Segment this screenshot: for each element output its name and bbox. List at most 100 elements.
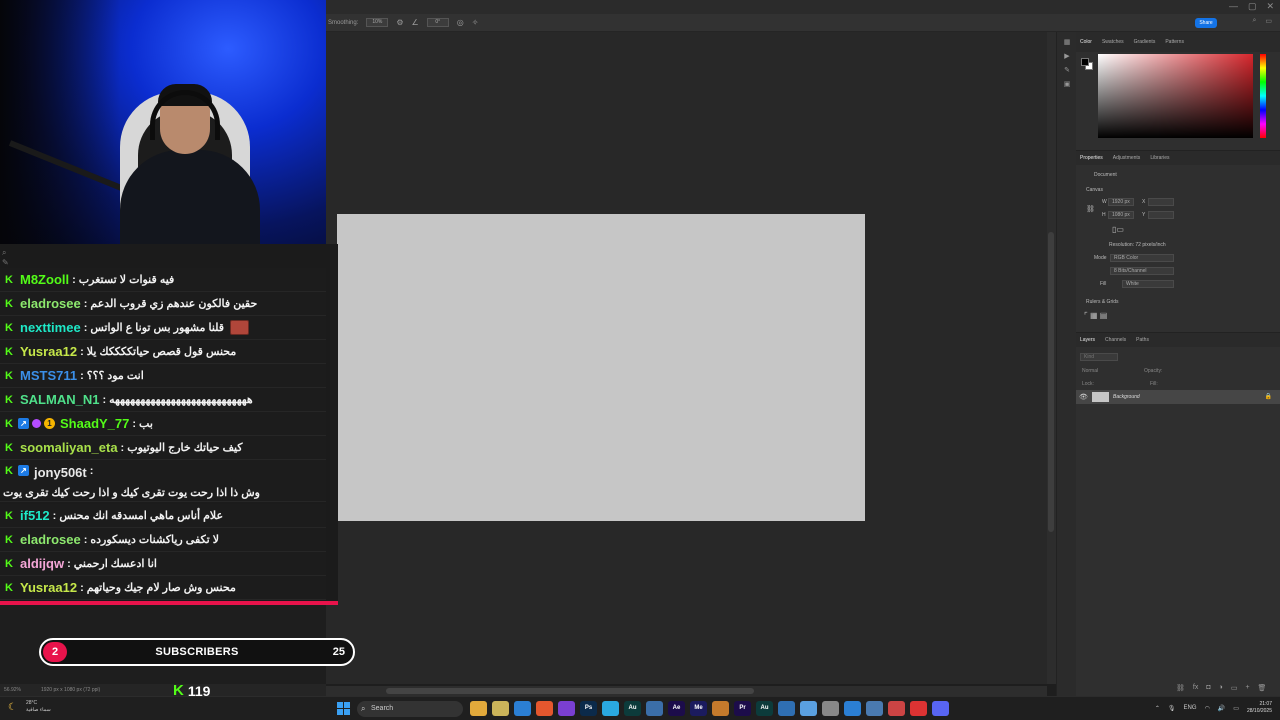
taskbar-search[interactable]: ⌕ Search [357, 701, 463, 717]
taskbar-app-icon[interactable] [712, 701, 729, 716]
tab-swatches[interactable]: Swatches [1102, 39, 1124, 45]
taskbar-app-icon[interactable] [778, 701, 795, 716]
taskbar-app-icon[interactable] [514, 701, 531, 716]
grid-icons[interactable]: ⌜ ▦ ▤ [1084, 311, 1107, 320]
adjustment-icon[interactable]: ◑ [1219, 684, 1223, 692]
chat-username[interactable]: ShaadY_77 [60, 416, 129, 431]
eye-icon[interactable]: 👁 [1079, 393, 1088, 401]
wifi-icon[interactable]: ◠ [1205, 705, 1210, 712]
lock-icon[interactable]: 🔒 [1265, 393, 1272, 400]
chat-username[interactable]: Yusraa12 [20, 580, 77, 595]
battery-icon[interactable]: ▭ [1233, 705, 1239, 712]
tab-layers[interactable]: Layers [1080, 337, 1095, 343]
x-field[interactable] [1148, 198, 1174, 206]
taskbar-app-icon[interactable]: Au [756, 701, 773, 716]
mode-select[interactable]: RGB Color [1110, 254, 1174, 262]
layer-background-row[interactable]: 👁 Background 🔒 [1076, 390, 1280, 404]
taskbar-app-icon[interactable]: Ae [668, 701, 685, 716]
group-icon[interactable]: ▭ [1231, 684, 1238, 692]
windows-start-icon[interactable] [337, 702, 350, 715]
layer-name[interactable]: Background [1113, 394, 1140, 400]
symmetry-icon[interactable]: ✧ [472, 18, 479, 27]
chat-username[interactable]: M8Zooll [20, 272, 69, 287]
taskbar-app-icon[interactable] [866, 701, 883, 716]
tab-color[interactable]: Color [1080, 39, 1092, 45]
link-layers-icon[interactable]: ⛓ [1176, 684, 1185, 692]
chevron-up-icon[interactable]: ⌃ [1155, 705, 1160, 712]
chat-username[interactable]: nexttimee [20, 320, 81, 335]
chat-username[interactable]: SALMAN_N1 [20, 392, 99, 407]
taskbar-app-icon[interactable] [822, 701, 839, 716]
chat-username[interactable]: Yusraa12 [20, 344, 77, 359]
tab-channels[interactable]: Channels [1105, 337, 1126, 343]
scroll-thumb[interactable] [386, 688, 754, 694]
chat-username[interactable]: if512 [20, 508, 50, 523]
canvas-section-label[interactable]: Canvas [1086, 187, 1103, 193]
weather-widget[interactable]: 28°C سماء صافية [26, 700, 51, 714]
chat-username[interactable]: eladrosee [20, 296, 81, 311]
minimize-icon[interactable]: — [1229, 1, 1238, 12]
chat-username[interactable]: eladrosee [20, 532, 81, 547]
rulers-grids-label[interactable]: Rulers & Grids [1086, 299, 1119, 305]
fx-icon[interactable]: fx [1193, 684, 1198, 692]
tab-libraries[interactable]: Libraries [1150, 155, 1169, 161]
height-field[interactable]: 1080 px [1108, 211, 1134, 219]
pressure-icon[interactable]: ◎ [457, 18, 464, 27]
y-field[interactable] [1148, 211, 1174, 219]
taskbar-app-icon[interactable] [800, 701, 817, 716]
taskbar-app-icon[interactable] [470, 701, 487, 716]
taskbar-app-icon[interactable]: Me [690, 701, 707, 716]
search-icon[interactable]: ⌕ [1252, 17, 1256, 25]
foreground-swatch[interactable] [1081, 58, 1089, 66]
brush-panel-icon[interactable]: ✎ [1057, 66, 1077, 74]
color-picker-field[interactable] [1098, 54, 1253, 138]
vertical-scrollbar[interactable] [1047, 32, 1056, 684]
fill-select[interactable]: White [1122, 280, 1174, 288]
tab-paths[interactable]: Paths [1136, 337, 1149, 343]
orientation-icon[interactable]: ▯▭ [1112, 225, 1124, 234]
tab-adjustments[interactable]: Adjustments [1113, 155, 1141, 161]
pin-icon[interactable]: ⌕ [2, 248, 9, 258]
document-canvas[interactable] [337, 214, 865, 521]
language-indicator[interactable]: ENG [1184, 705, 1197, 711]
taskbar-app-icon[interactable] [602, 701, 619, 716]
tab-properties[interactable]: Properties [1080, 155, 1103, 161]
panel-icon[interactable]: ▦ [1057, 38, 1077, 46]
taskbar-app-icon[interactable] [932, 701, 949, 716]
mask-icon[interactable]: ◘ [1206, 684, 1210, 692]
taskbar-clock[interactable]: 21:07 28/10/2025 [1247, 701, 1272, 715]
chat-username[interactable]: aldijqw [20, 556, 64, 571]
chat-username[interactable]: soomaliyan_eta [20, 440, 118, 455]
tab-gradients[interactable]: Gradients [1134, 39, 1156, 45]
layer-filter-kind[interactable]: Kind [1080, 353, 1118, 361]
gear-icon[interactable]: ⚙ [396, 18, 403, 27]
blend-mode-select[interactable]: Normal [1082, 368, 1098, 374]
comment-icon[interactable]: ▣ [1057, 80, 1077, 88]
taskbar-app-icon[interactable] [888, 701, 905, 716]
taskbar-app-icon[interactable] [844, 701, 861, 716]
taskbar-app-icon[interactable] [910, 701, 927, 716]
taskbar-app-icon[interactable] [492, 701, 509, 716]
taskbar-app-icon[interactable] [646, 701, 663, 716]
angle-input[interactable]: 0° [426, 18, 449, 27]
close-icon[interactable]: ✕ [1266, 1, 1274, 12]
play-icon[interactable]: ▶ [1057, 52, 1077, 60]
zoom-level[interactable]: 56.92% [4, 687, 21, 695]
share-button[interactable]: Share [1195, 18, 1217, 28]
taskbar-app-icon[interactable]: Pr [734, 701, 751, 716]
link-icon[interactable]: ⛓ [1086, 205, 1095, 213]
chat-username[interactable]: jony506t [34, 465, 87, 480]
new-layer-icon[interactable]: + [1245, 684, 1249, 692]
chat-username[interactable]: MSTS711 [20, 368, 77, 383]
workspace-icon[interactable]: ▭ [1265, 17, 1272, 25]
hue-slider[interactable] [1260, 54, 1266, 138]
volume-icon[interactable]: 🔊 [1218, 705, 1225, 712]
maximize-icon[interactable]: ▢ [1248, 1, 1257, 12]
taskbar-app-icon[interactable] [558, 701, 575, 716]
smoothing-input[interactable]: 10% [366, 18, 389, 27]
horizontal-scrollbar[interactable] [326, 686, 1047, 696]
taskbar-app-icon[interactable] [536, 701, 553, 716]
taskbar-app-icon[interactable]: Ps [580, 701, 597, 716]
scroll-thumb[interactable] [1048, 232, 1054, 532]
tab-patterns[interactable]: Patterns [1165, 39, 1184, 45]
